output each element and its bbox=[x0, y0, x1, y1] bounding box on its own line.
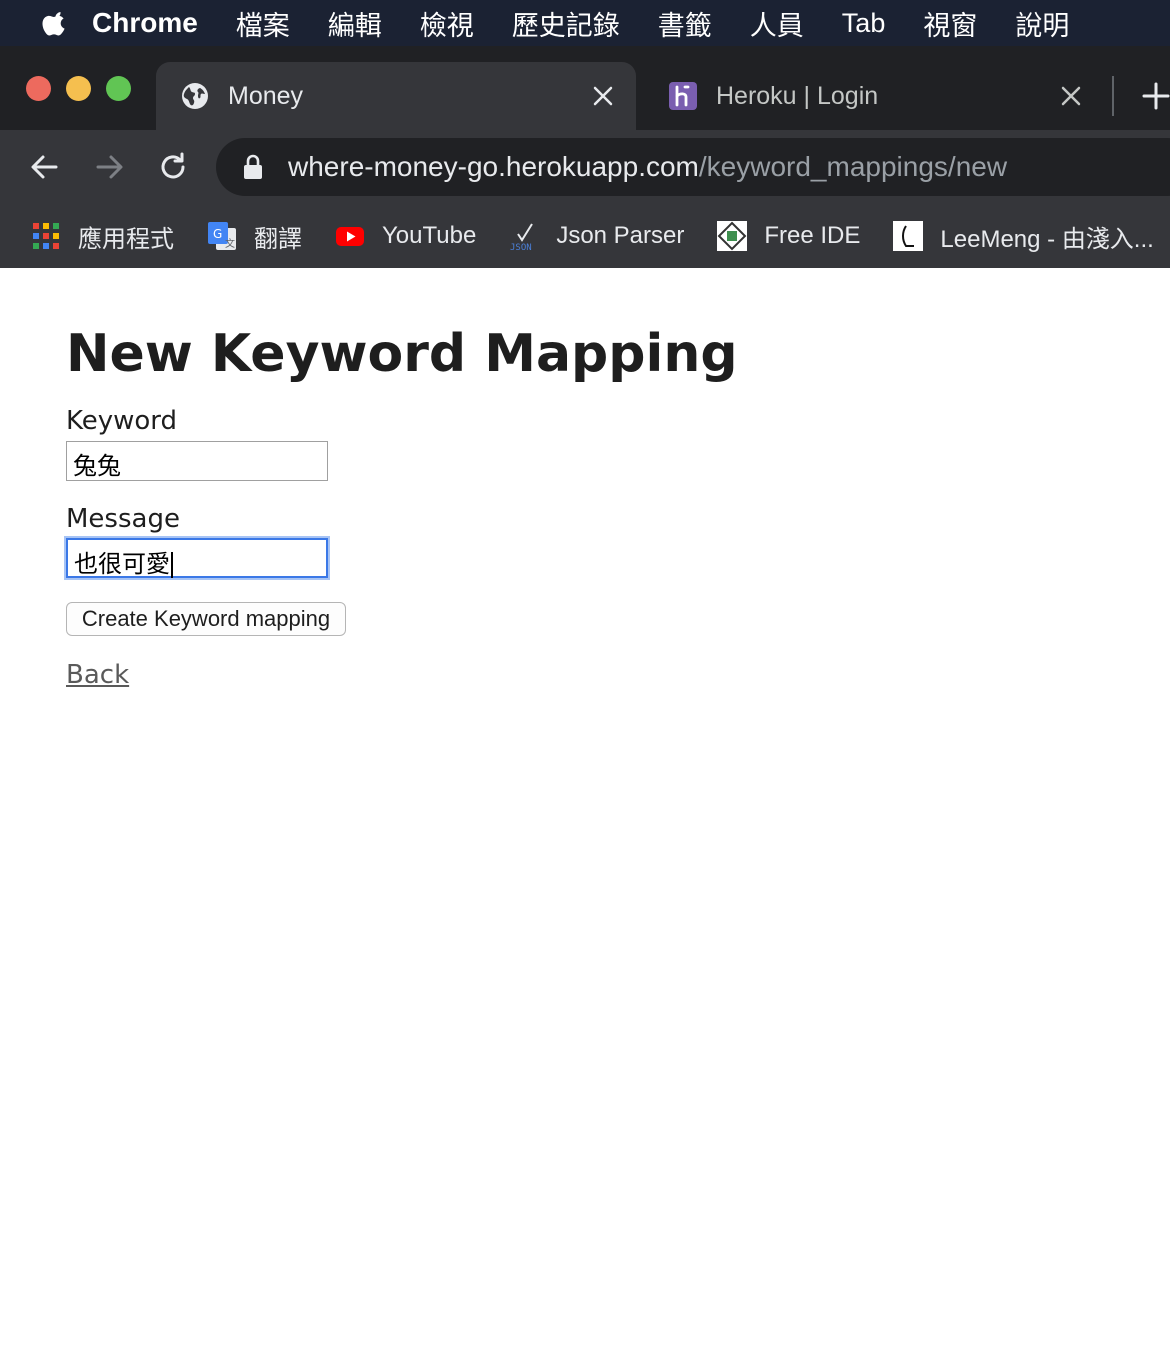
browser-window: Money Heroku | Login where-money-go.hero… bbox=[0, 46, 1170, 268]
lock-icon[interactable] bbox=[242, 154, 264, 180]
new-tab-icon[interactable] bbox=[1140, 80, 1170, 112]
create-keyword-mapping-button[interactable]: Create Keyword mapping bbox=[66, 602, 346, 636]
globe-icon bbox=[182, 83, 208, 109]
json-icon: JSON bbox=[510, 223, 534, 252]
bookmarks-bar: 應用程式 G 文 翻譯 YouTube JSON Json Parser Fre… bbox=[0, 204, 1170, 268]
google-translate-icon: G 文 bbox=[208, 222, 236, 250]
menu-item-edit[interactable]: 編輯 bbox=[328, 4, 382, 43]
bookmark-label: 翻譯 bbox=[254, 225, 302, 253]
menu-item-file[interactable]: 檔案 bbox=[236, 4, 290, 43]
menu-item-view[interactable]: 檢視 bbox=[420, 4, 474, 43]
url-path: /keyword_mappings/new bbox=[698, 151, 1008, 182]
zoom-window-button[interactable] bbox=[106, 76, 131, 101]
reload-icon[interactable] bbox=[156, 150, 190, 184]
tab-title: Money bbox=[228, 81, 304, 110]
close-tab-icon[interactable] bbox=[1060, 85, 1082, 107]
close-window-button[interactable] bbox=[26, 76, 51, 101]
apps-grid-icon bbox=[33, 223, 59, 249]
keyword-input-value: 兔兔 bbox=[73, 452, 121, 480]
message-input[interactable]: 也很可愛 bbox=[66, 538, 328, 578]
menu-item-history[interactable]: 歷史記錄 bbox=[512, 4, 620, 43]
menu-app-name[interactable]: Chrome bbox=[92, 7, 198, 39]
svg-text:G: G bbox=[213, 227, 222, 241]
bookmark-apps[interactable]: 應用程式 bbox=[30, 219, 174, 254]
bookmark-label: YouTube bbox=[382, 222, 477, 249]
ide-icon bbox=[717, 221, 748, 251]
tab-separator bbox=[1112, 76, 1114, 116]
bookmark-youtube[interactable]: YouTube bbox=[334, 220, 476, 252]
menu-item-people[interactable]: 人員 bbox=[750, 4, 804, 43]
message-input-value: 也很可愛 bbox=[74, 550, 170, 578]
menu-item-window[interactable]: 視窗 bbox=[923, 4, 977, 43]
bookmark-label: LeeMeng - 由淺入... bbox=[940, 225, 1154, 253]
bookmark-translate[interactable]: G 文 翻譯 bbox=[206, 219, 302, 254]
svg-text:文: 文 bbox=[225, 237, 235, 250]
keyword-input[interactable]: 兔兔 bbox=[66, 441, 328, 481]
youtube-icon bbox=[336, 227, 364, 246]
heroku-icon bbox=[669, 82, 697, 110]
browser-toolbar: where-money-go.herokuapp.com/keyword_map… bbox=[0, 130, 1170, 204]
bookmark-json-parser[interactable]: JSON Json Parser bbox=[508, 220, 684, 252]
forward-arrow-icon[interactable] bbox=[92, 150, 126, 184]
page-title: New Keyword Mapping bbox=[66, 324, 738, 384]
bookmark-label: Json Parser bbox=[556, 222, 685, 249]
address-bar[interactable]: where-money-go.herokuapp.com/keyword_map… bbox=[216, 138, 1170, 196]
bookmark-free-ide[interactable]: Free IDE bbox=[716, 220, 860, 252]
apple-logo-icon[interactable] bbox=[40, 8, 70, 38]
menu-item-help[interactable]: 說明 bbox=[1015, 4, 1069, 43]
keyword-label: Keyword bbox=[66, 406, 178, 436]
tab-title: Heroku | Login bbox=[716, 81, 879, 110]
url-host: where-money-go.herokuapp.com bbox=[288, 151, 699, 182]
bookmark-label: Free IDE bbox=[764, 222, 861, 249]
leemeng-icon bbox=[893, 221, 924, 251]
tab-heroku-login[interactable]: Heroku | Login bbox=[644, 62, 1104, 130]
back-arrow-icon[interactable] bbox=[28, 150, 62, 184]
svg-text:JSON: JSON bbox=[510, 243, 532, 252]
menu-item-bookmarks[interactable]: 書籤 bbox=[658, 4, 712, 43]
close-tab-icon[interactable] bbox=[592, 85, 614, 107]
minimize-window-button[interactable] bbox=[66, 76, 91, 101]
message-label: Message bbox=[66, 504, 180, 534]
macos-menu-bar: Chrome 檔案 編輯 檢視 歷史記錄 書籤 人員 Tab 視窗 說明 bbox=[0, 0, 1170, 46]
bookmark-leemeng[interactable]: LeeMeng - 由淺入... bbox=[892, 219, 1154, 254]
text-cursor bbox=[171, 552, 173, 578]
back-link[interactable]: Back bbox=[66, 660, 129, 690]
tab-money[interactable]: Money bbox=[156, 62, 636, 130]
menu-item-tab[interactable]: Tab bbox=[842, 8, 886, 39]
bookmark-label: 應用程式 bbox=[78, 225, 174, 253]
